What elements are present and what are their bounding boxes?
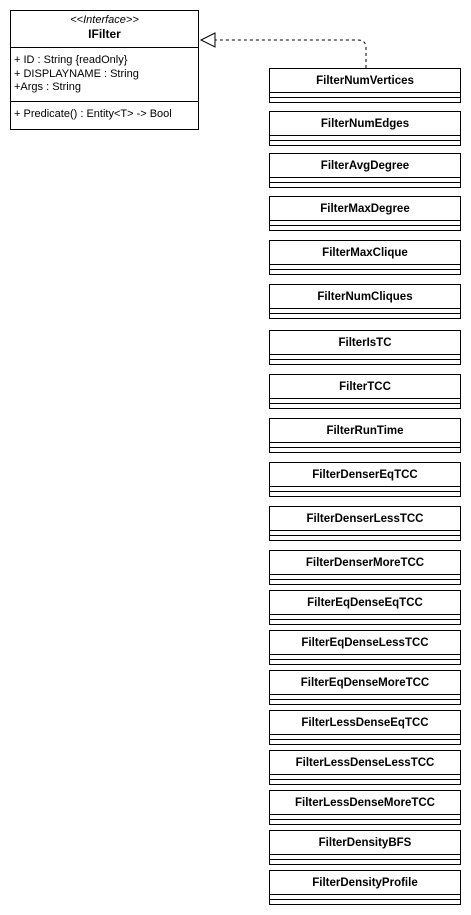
class-box-filter-run-time: FilterRunTime: [269, 418, 461, 453]
class-attributes-section: [270, 855, 460, 860]
realization-dashed-line: [215, 39, 367, 68]
class-box-filter-num-cliques: FilterNumCliques: [269, 284, 461, 319]
class-attributes-section: [270, 815, 460, 820]
class-attributes-section: [270, 443, 460, 448]
interface-stereotype: <<Interface>>: [70, 14, 139, 26]
realization-arrowhead-icon: [199, 32, 216, 48]
class-box-filter-max-clique: FilterMaxClique: [269, 240, 461, 275]
class-attributes-section: [270, 178, 460, 183]
class-attributes-section: [270, 309, 460, 314]
attribute-displayname: + DISPLAYNAME : String: [14, 67, 139, 80]
class-box-filter-tcc: FilterTCC: [269, 374, 461, 409]
class-name: FilterEqDenseMoreTCC: [270, 671, 460, 695]
ifilter-interface-box: <<Interface>> IFilter + ID : String {rea…: [10, 10, 199, 130]
class-attributes-section: [270, 136, 460, 141]
class-name: FilterRunTime: [270, 419, 460, 443]
class-box-filter-eq-dense-less-tcc: FilterEqDenseLessTCC: [269, 630, 461, 665]
class-attributes-section: [270, 399, 460, 404]
class-attributes-section: [270, 735, 460, 740]
class-name: FilterDensityProfile: [270, 871, 460, 895]
class-attributes-section: [270, 575, 460, 580]
class-box-filter-num-vertices: FilterNumVertices: [269, 68, 461, 103]
class-name: FilterAvgDegree: [270, 154, 460, 178]
class-name: FilterLessDenseLessTCC: [270, 751, 460, 775]
interface-header: <<Interface>> IFilter: [11, 11, 198, 48]
class-attributes-section: [270, 265, 460, 270]
class-name: FilterNumCliques: [270, 285, 460, 309]
class-attributes-section: [270, 655, 460, 660]
class-box-filter-density-profile: FilterDensityProfile: [269, 870, 461, 905]
class-box-filter-denser-less-tcc: FilterDenserLessTCC: [269, 506, 461, 541]
class-name: FilterNumVertices: [270, 69, 460, 93]
class-name: FilterDensityBFS: [270, 831, 460, 855]
class-name: FilterIsTC: [270, 331, 460, 355]
class-name: FilterMaxDegree: [270, 197, 460, 221]
class-box-filter-is-tc: FilterIsTC: [269, 330, 461, 365]
attribute-id: + ID : String {readOnly}: [14, 54, 128, 66]
class-name: FilterLessDenseEqTCC: [270, 711, 460, 735]
class-name: FilterDenserMoreTCC: [270, 551, 460, 575]
class-box-filter-eq-dense-more-tcc: FilterEqDenseMoreTCC: [269, 670, 461, 705]
class-name: FilterTCC: [270, 375, 460, 399]
class-box-filter-avg-degree: FilterAvgDegree: [269, 153, 461, 188]
class-attributes-section: [270, 355, 460, 360]
interface-operations: + Predicate() : Entity<T> -> Bool: [11, 102, 198, 122]
class-attributes-section: [270, 531, 460, 536]
class-box-filter-less-dense-less-tcc: FilterLessDenseLessTCC: [269, 750, 461, 785]
attribute-args: +Args : String: [14, 81, 81, 93]
class-attributes-section: [270, 93, 460, 98]
class-box-filter-num-edges: FilterNumEdges: [269, 111, 461, 146]
class-attributes-section: [270, 775, 460, 780]
class-attributes-section: [270, 895, 460, 900]
class-name: FilterDenserLessTCC: [270, 507, 460, 531]
class-name: FilterEqDenseEqTCC: [270, 591, 460, 615]
class-box-filter-eq-dense-eq-tcc: FilterEqDenseEqTCC: [269, 590, 461, 625]
class-box-filter-denser-more-tcc: FilterDenserMoreTCC: [269, 550, 461, 585]
class-name: FilterLessDenseMoreTCC: [270, 791, 460, 815]
interface-name: IFilter: [88, 27, 121, 41]
class-name: FilterMaxClique: [270, 241, 460, 265]
class-box-filter-less-dense-more-tcc: FilterLessDenseMoreTCC: [269, 790, 461, 825]
class-attributes-section: [270, 615, 460, 620]
class-box-filter-density-bfs: FilterDensityBFS: [269, 830, 461, 865]
class-attributes-section: [270, 221, 460, 226]
class-name: FilterEqDenseLessTCC: [270, 631, 460, 655]
class-name: FilterNumEdges: [270, 112, 460, 136]
class-box-filter-denser-eq-tcc: FilterDenserEqTCC: [269, 462, 461, 497]
class-attributes-section: [270, 487, 460, 492]
class-box-filter-max-degree: FilterMaxDegree: [269, 196, 461, 231]
class-name: FilterDenserEqTCC: [270, 463, 460, 487]
operation-predicate: + Predicate() : Entity<T> -> Bool: [14, 108, 172, 120]
interface-attributes: + ID : String {readOnly} + DISPLAYNAME :…: [11, 48, 198, 102]
class-box-filter-less-dense-eq-tcc: FilterLessDenseEqTCC: [269, 710, 461, 745]
class-attributes-section: [270, 695, 460, 700]
